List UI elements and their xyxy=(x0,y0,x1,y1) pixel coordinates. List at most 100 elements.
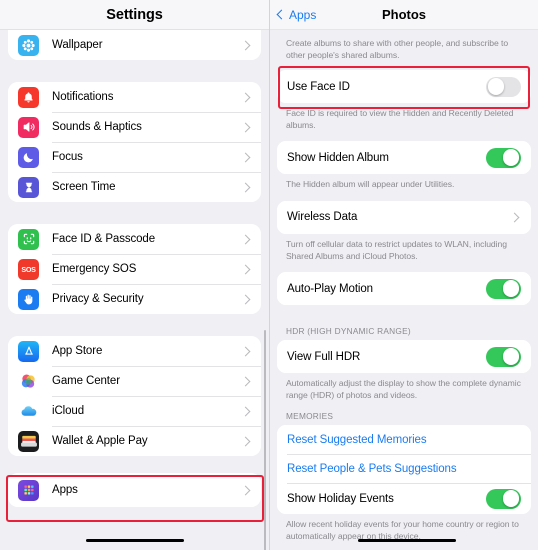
toggle-knob xyxy=(502,149,520,167)
row-reset-people-pets-suggestions[interactable]: Reset People & Pets Suggestions xyxy=(277,454,531,484)
sidebar-item-game-center[interactable]: Game Center xyxy=(8,366,261,396)
chevron-right-icon xyxy=(240,346,251,356)
home-indicator-left xyxy=(86,538,184,542)
sidebar-item-apps[interactable]: Apps xyxy=(8,473,261,507)
chevron-left-icon xyxy=(276,9,287,20)
sidebar-item-wallpaper[interactable]: Wallpaper xyxy=(8,30,261,60)
back-button[interactable]: Apps xyxy=(270,8,316,22)
chevron-right-icon xyxy=(240,122,251,132)
toggle-knob xyxy=(487,78,505,96)
hand-icon xyxy=(18,288,39,310)
row-label: Wireless Data xyxy=(287,211,358,224)
chevron-right-icon xyxy=(240,152,251,162)
chevron-right-icon xyxy=(509,212,520,223)
sidebar-item-emergency-sos[interactable]: SOS Emergency SOS xyxy=(8,254,261,284)
sidebar-nav-bar: Settings xyxy=(0,0,269,30)
sidebar-item-label: Emergency SOS xyxy=(52,263,137,275)
hourglass-icon xyxy=(18,176,39,198)
faceid-icon xyxy=(18,228,39,250)
bell-icon xyxy=(18,86,39,108)
row-label: Auto-Play Motion xyxy=(287,282,373,295)
sidebar-item-icloud[interactable]: iCloud xyxy=(8,396,261,426)
row-label: Show Holiday Events xyxy=(287,492,394,505)
sidebar-scroll-area[interactable]: Wallpaper Notifications Sounds & Haptics… xyxy=(0,30,269,550)
row-label: Reset Suggested Memories xyxy=(287,433,427,446)
sidebar-scrollbar[interactable] xyxy=(263,330,266,550)
sidebar-item-label: iCloud xyxy=(52,405,85,417)
show-holiday-events-toggle[interactable] xyxy=(486,488,521,509)
face-id-footer: Face ID is required to view the Hidden a… xyxy=(286,108,514,130)
detail-nav-bar: Apps Photos xyxy=(270,0,538,30)
wallpaper-icon xyxy=(18,34,39,56)
wallet-icon xyxy=(18,430,39,452)
sos-icon: SOS xyxy=(18,258,39,280)
row-wireless-data[interactable]: Wireless Data xyxy=(277,200,531,234)
chevron-right-icon xyxy=(240,182,251,192)
view-full-hdr-toggle[interactable] xyxy=(486,346,521,367)
appstore-icon xyxy=(18,340,39,362)
settings-group-notifications: Notifications Sounds & Haptics Focus Scr… xyxy=(8,82,261,202)
sidebar-item-face-id-passcode[interactable]: Face ID & Passcode xyxy=(8,224,261,254)
chevron-right-icon xyxy=(240,485,251,495)
row-view-full-hdr[interactable]: View Full HDR xyxy=(277,340,531,374)
settings-sidebar-pane: Settings Wallpaper Notifications Sounds … xyxy=(0,0,270,550)
row-label: Reset People & Pets Suggestions xyxy=(287,462,457,475)
face-id-card: Use Face ID xyxy=(277,70,531,104)
use-face-id-toggle[interactable] xyxy=(486,76,521,97)
chevron-right-icon xyxy=(240,406,251,416)
chevron-right-icon xyxy=(240,264,251,274)
icloud-icon xyxy=(18,400,39,422)
chevron-right-icon xyxy=(240,376,251,386)
sidebar-item-label: Focus xyxy=(52,151,83,163)
row-use-face-id[interactable]: Use Face ID xyxy=(277,70,531,104)
apps-grid-icon xyxy=(18,479,39,501)
back-button-label: Apps xyxy=(289,7,317,22)
hidden-album-footer: The Hidden album will appear under Utili… xyxy=(286,179,455,190)
sidebar-item-label: Game Center xyxy=(52,375,120,387)
sidebar-item-privacy-security[interactable]: Privacy & Security xyxy=(8,284,261,314)
memories-card: Reset Suggested Memories Reset People & … xyxy=(277,425,531,515)
settings-group-personalization: Wallpaper xyxy=(8,30,261,60)
row-auto-play-motion[interactable]: Auto-Play Motion xyxy=(277,272,531,306)
row-show-holiday-events[interactable]: Show Holiday Events xyxy=(277,483,531,515)
autoplay-card: Auto-Play Motion xyxy=(277,272,531,306)
row-label: Show Hidden Album xyxy=(287,151,389,164)
chevron-right-icon xyxy=(240,436,251,446)
sidebar-item-label: Face ID & Passcode xyxy=(52,233,156,245)
sidebar-item-notifications[interactable]: Notifications xyxy=(8,82,261,112)
sidebar-item-label: Wallet & Apple Pay xyxy=(52,435,148,447)
sidebar-item-label: Notifications xyxy=(52,91,114,103)
row-reset-suggested-memories[interactable]: Reset Suggested Memories xyxy=(277,425,531,455)
photos-settings-scroll[interactable]: Create albums to share with other people… xyxy=(270,31,538,550)
settings-group-apps: Apps xyxy=(8,473,261,507)
sidebar-item-label: Wallpaper xyxy=(52,39,103,51)
auto-play-motion-toggle[interactable] xyxy=(486,278,521,299)
sidebar-item-label: Apps xyxy=(52,484,78,496)
photos-settings-pane: Apps Photos Create albums to share with … xyxy=(270,0,538,550)
sidebar-item-label: Sounds & Haptics xyxy=(52,121,142,133)
row-label: View Full HDR xyxy=(287,350,361,363)
show-hidden-album-toggle[interactable] xyxy=(486,147,521,168)
memories-section-header: MEMORIES xyxy=(286,411,334,422)
sidebar-item-wallet-apple-pay[interactable]: Wallet & Apple Pay xyxy=(8,426,261,456)
hdr-section-header: HDR (HIGH DYNAMIC RANGE) xyxy=(286,326,411,337)
sidebar-item-screen-time[interactable]: Screen Time xyxy=(8,172,261,202)
row-show-hidden-album[interactable]: Show Hidden Album xyxy=(277,141,531,175)
sidebar-item-app-store[interactable]: App Store xyxy=(8,336,261,366)
chevron-right-icon xyxy=(240,294,251,304)
sidebar-item-label: App Store xyxy=(52,345,103,357)
row-label: Use Face ID xyxy=(287,80,350,93)
moon-icon xyxy=(18,146,39,168)
toggle-knob xyxy=(502,490,520,508)
chevron-right-icon xyxy=(240,92,251,102)
chevron-right-icon xyxy=(240,234,251,244)
settings-group-security: Face ID & Passcode SOS Emergency SOS Pri… xyxy=(8,224,261,314)
sidebar-item-focus[interactable]: Focus xyxy=(8,142,261,172)
sidebar-item-sounds-haptics[interactable]: Sounds & Haptics xyxy=(8,112,261,142)
wireless-data-footer: Turn off cellular data to restrict updat… xyxy=(286,238,507,261)
page-title: Settings xyxy=(106,6,163,23)
speaker-icon xyxy=(18,116,39,138)
